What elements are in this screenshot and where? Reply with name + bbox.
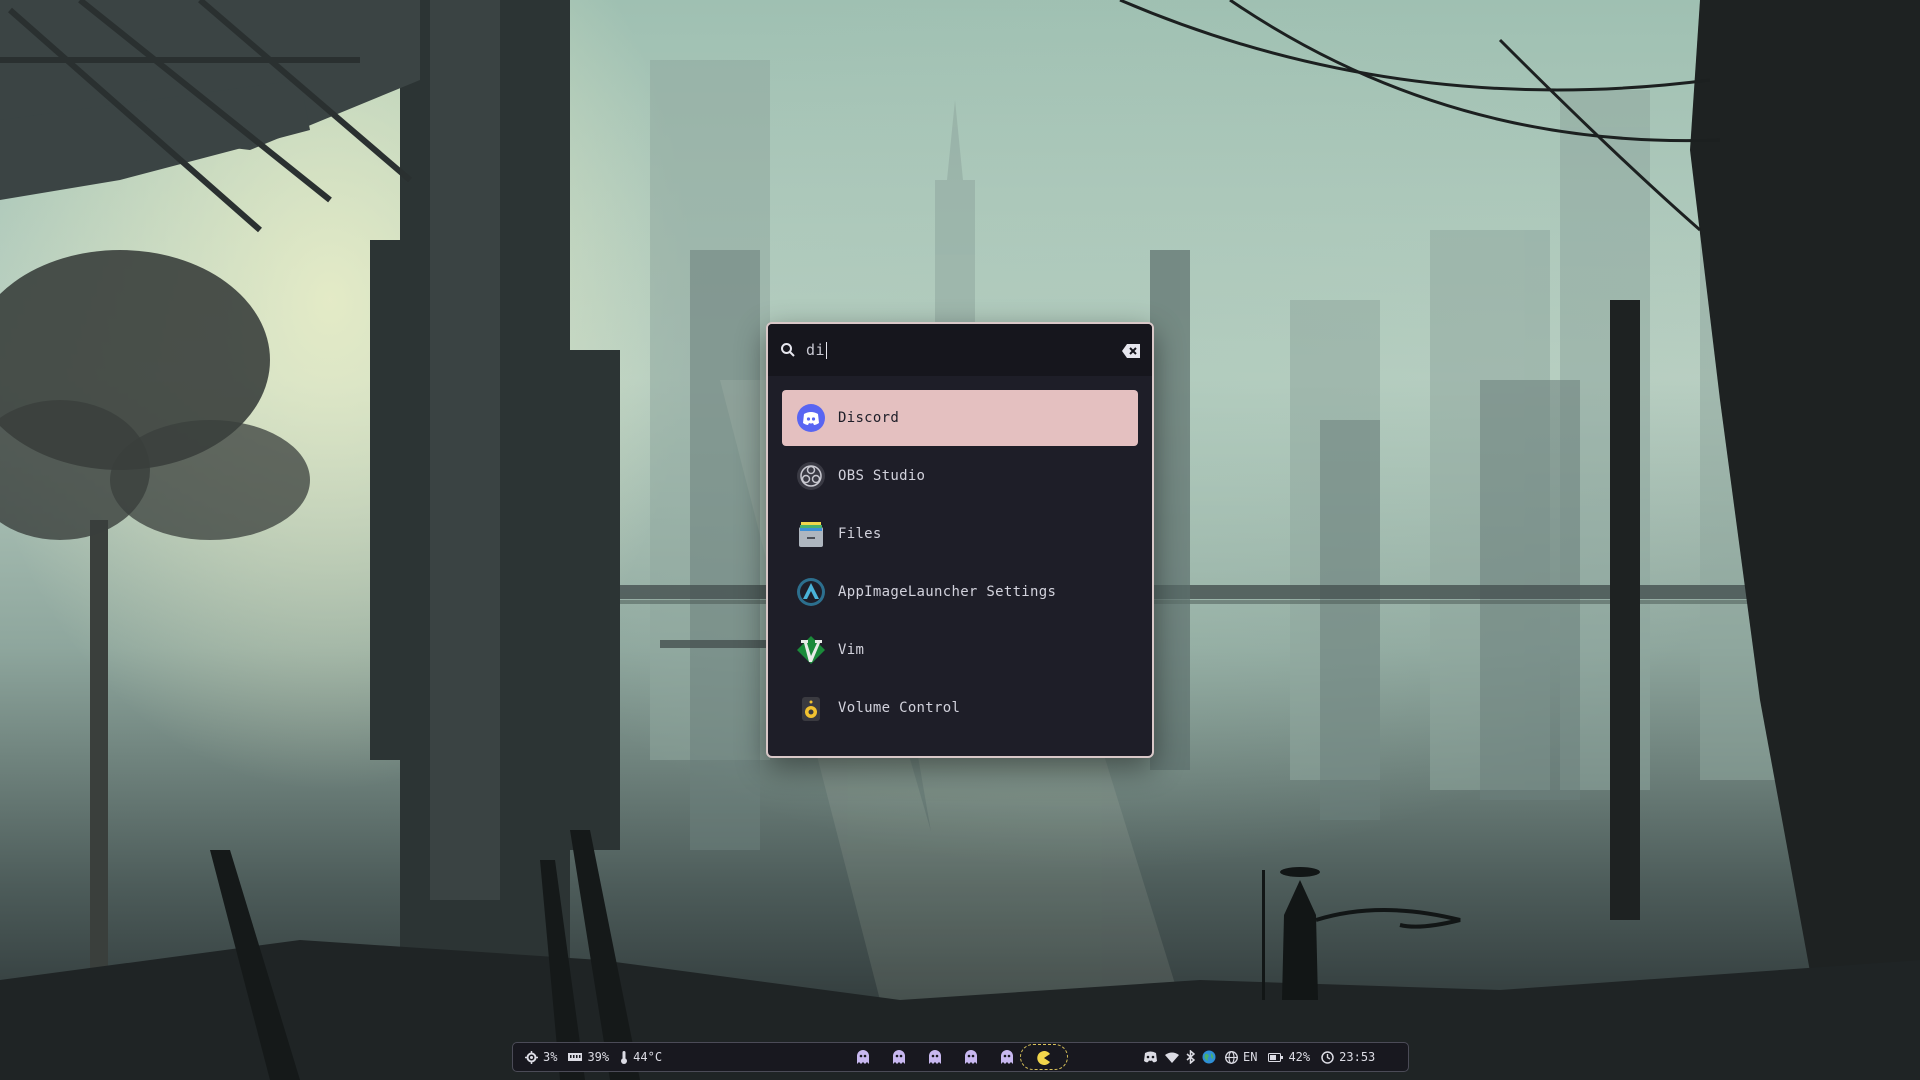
result-appimagelauncher-settings[interactable]: AppImageLauncher Settings (782, 564, 1138, 620)
result-label: OBS Studio (838, 468, 926, 484)
memory-icon (568, 1052, 583, 1062)
workspace-2-ghost-icon[interactable] (893, 1050, 905, 1064)
clock-icon (1321, 1050, 1334, 1064)
workspace-4-ghost-icon[interactable] (965, 1050, 977, 1064)
text-caret (826, 341, 828, 359)
status-bar: 3% 39% 44°C EN 42% 23:53 (512, 1042, 1409, 1072)
app-launcher: di Discord OBS Studio Files AppImageLaun… (766, 322, 1154, 758)
pacman-icon (1037, 1050, 1051, 1069)
search-icon (780, 342, 796, 358)
obs-icon (796, 461, 826, 491)
language-icon (1225, 1050, 1238, 1064)
search-results: Discord OBS Studio Files AppImageLaunche… (782, 390, 1138, 738)
result-label: AppImageLauncher Settings (838, 584, 1057, 600)
result-label: Vim (838, 642, 865, 658)
temperature: 44°C (633, 1050, 663, 1064)
discord-icon (796, 403, 826, 433)
wifi-icon[interactable] (1165, 1052, 1179, 1063)
search-bar: di (768, 324, 1152, 376)
cpu-icon (525, 1050, 538, 1064)
clock-time[interactable]: 23:53 (1339, 1050, 1375, 1064)
result-files[interactable]: Files (782, 506, 1138, 562)
globe-icon[interactable] (1202, 1050, 1216, 1064)
thermometer-icon (620, 1050, 628, 1064)
result-label: Files (838, 526, 882, 542)
files-icon (796, 519, 826, 549)
result-label: Discord (838, 410, 900, 426)
volume-control-icon (796, 693, 826, 723)
result-obs-studio[interactable]: OBS Studio (782, 448, 1138, 504)
vim-icon (796, 635, 826, 665)
workspace-3-ghost-icon[interactable] (929, 1050, 941, 1064)
result-label: Volume Control (838, 700, 961, 716)
battery-level: 42% (1288, 1050, 1311, 1064)
search-input[interactable]: di (806, 341, 1122, 359)
result-volume-control[interactable]: Volume Control (782, 680, 1138, 736)
result-discord[interactable]: Discord (782, 390, 1138, 446)
battery-icon (1268, 1052, 1284, 1062)
search-query: di (806, 341, 826, 359)
memory-usage: 39% (587, 1050, 610, 1064)
result-vim[interactable]: Vim (782, 622, 1138, 678)
system-stats: 3% 39% 44°C (525, 1043, 662, 1071)
clear-search-icon[interactable] (1122, 343, 1140, 358)
system-tray: EN 42% 23:53 (1143, 1043, 1375, 1071)
keyboard-language[interactable]: EN (1243, 1050, 1257, 1064)
workspace-1-ghost-icon[interactable] (857, 1050, 869, 1064)
active-workspace[interactable] (1020, 1044, 1068, 1070)
discord-tray-icon[interactable] (1143, 1051, 1158, 1063)
cpu-usage: 3% (543, 1050, 558, 1064)
appimagelauncher-icon (796, 577, 826, 607)
workspace-5-ghost-icon[interactable] (1001, 1050, 1013, 1064)
bluetooth-icon[interactable] (1186, 1050, 1195, 1064)
